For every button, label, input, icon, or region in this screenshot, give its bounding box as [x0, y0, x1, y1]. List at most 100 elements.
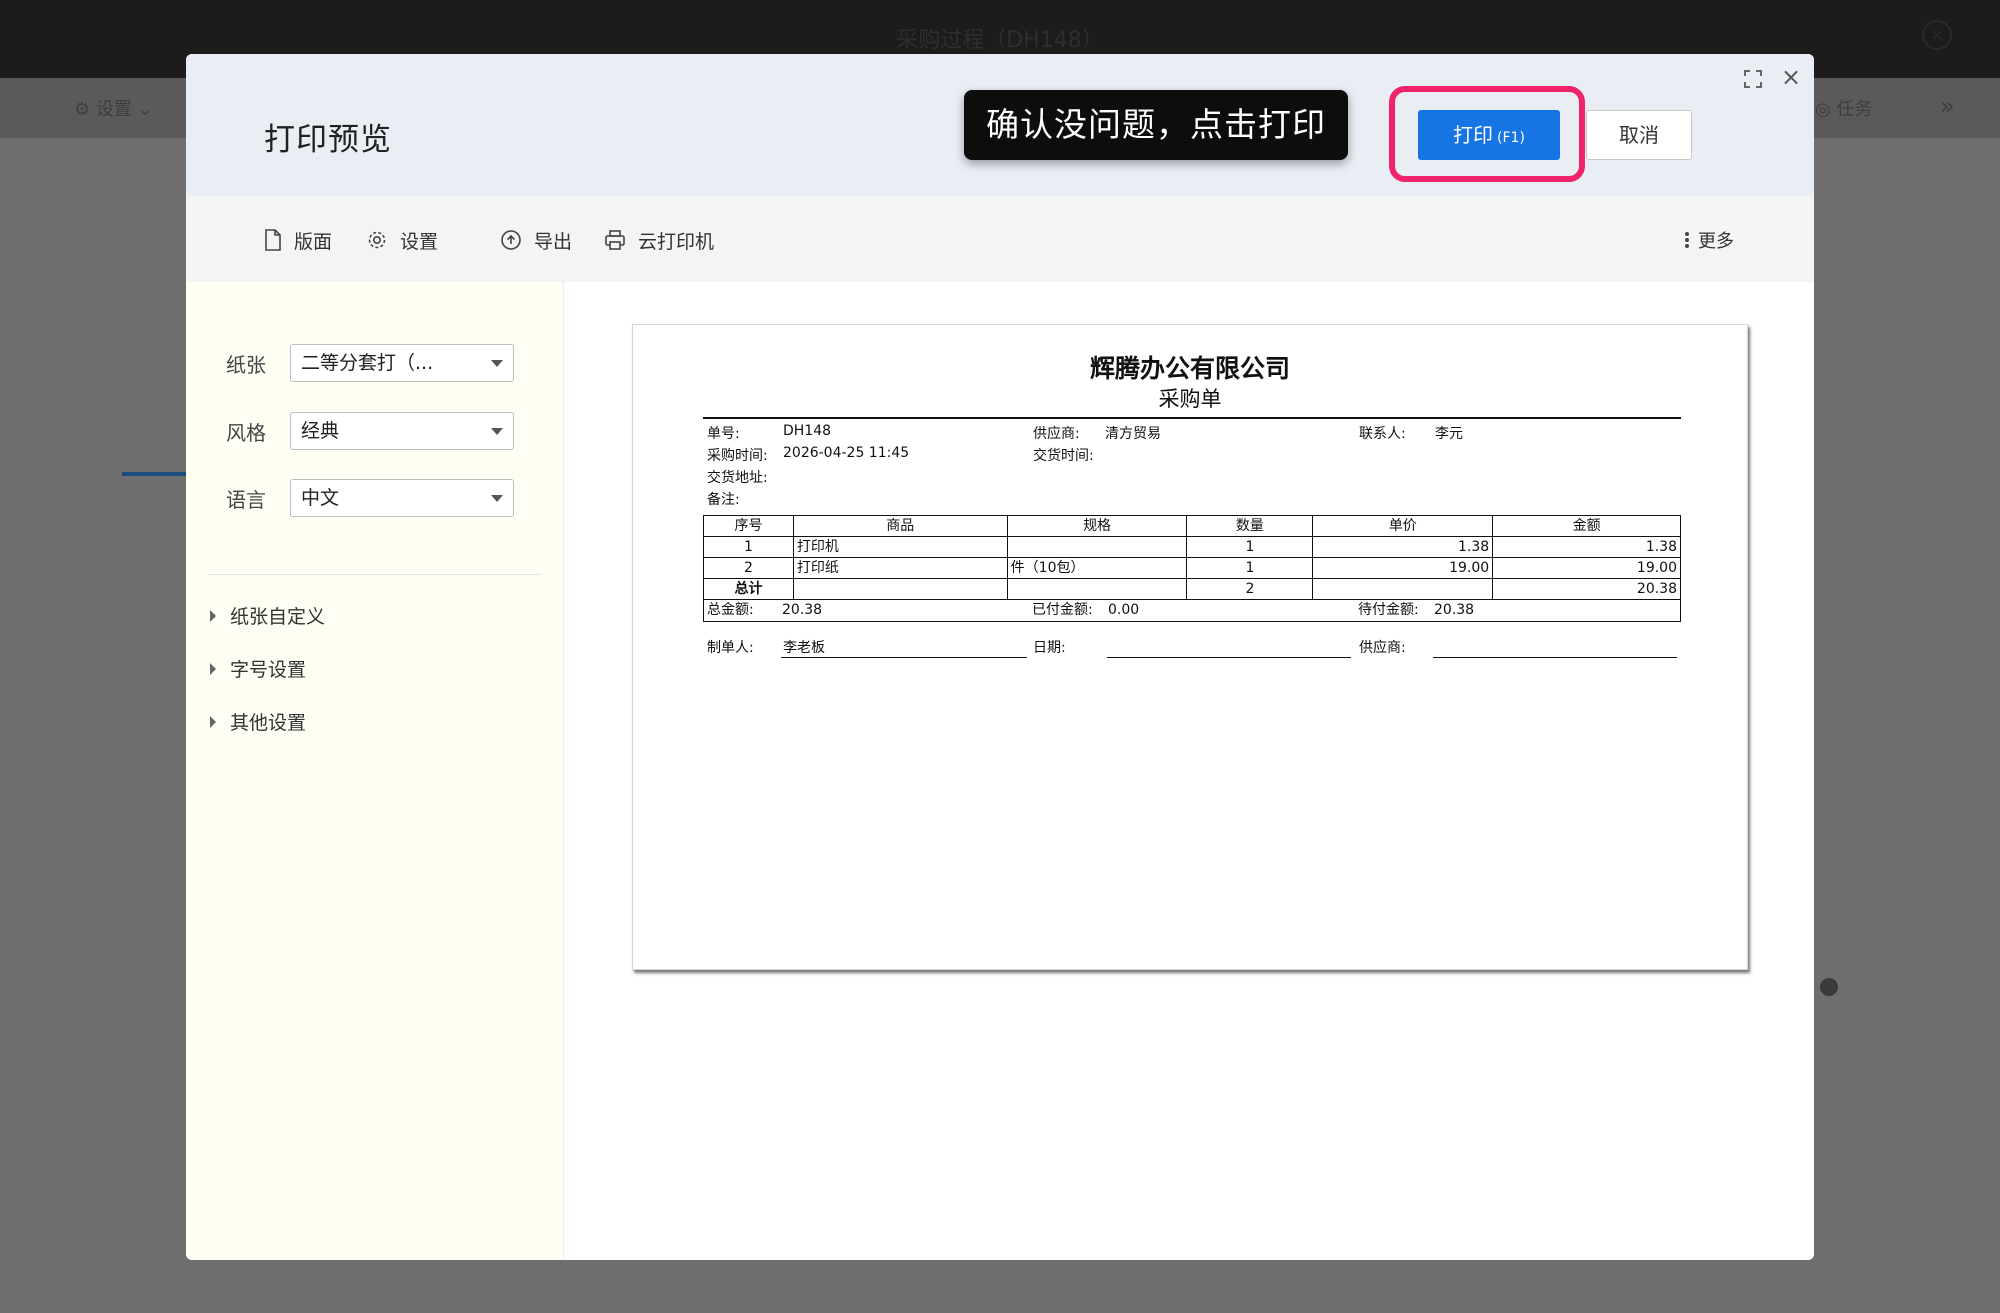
cancel-button[interactable]: 取消 [1586, 110, 1692, 160]
sidebar-divider [208, 574, 542, 575]
total-qty: 2 [1186, 578, 1314, 600]
print-preview-dialog: 打印预览 确认没问题，点击打印 打印 (F1) 取消 × 版面 设置 导出 云打印… [186, 54, 1814, 1260]
paper-select[interactable]: 二等分套打（... [290, 344, 514, 382]
maker-value: 李老板 [783, 640, 825, 656]
supplier-label: 供应商: [1033, 426, 1080, 442]
export-tool[interactable]: 导出 [500, 226, 572, 254]
maker-line [781, 657, 1027, 658]
maker-label: 制单人: [707, 640, 754, 656]
total-label: 总计 [703, 578, 794, 600]
date-label: 日期: [1033, 640, 1066, 656]
settings-sidebar: 纸张 二等分套打（... 风格 经典 语言 中文 纸张自定义 字号设置 其他设置 [186, 282, 564, 1260]
table-cell: 打印机 [792, 536, 1008, 558]
more-menu[interactable]: 更多 [1682, 226, 1734, 254]
caret-right-icon [210, 662, 216, 675]
caret-right-icon [210, 715, 216, 728]
order-no-value: DH148 [783, 423, 832, 439]
sum-label: 总金额: [707, 602, 754, 618]
supplier-sign-label: 供应商: [1359, 640, 1406, 656]
summary-row: 总金额: 20.38 已付金额: 0.00 待付金额: 20.38 [703, 599, 1681, 622]
paper-value: 二等分套打（... [301, 352, 434, 374]
background-window-title: 采购过程（DH148） [896, 28, 1104, 53]
sum-value: 20.38 [782, 602, 823, 618]
column-header: 商品 [792, 515, 1008, 537]
section-label: 纸张自定义 [230, 606, 326, 628]
caret-right-icon [210, 609, 216, 622]
table-header-row: 序号 商品 规格 数量 单价 金额 [703, 515, 1681, 537]
column-header: 序号 [703, 515, 794, 537]
other-settings-section[interactable]: 其他设置 [210, 708, 306, 735]
table-cell: 1 [703, 536, 794, 558]
table-cell: 19.00 [1492, 557, 1681, 579]
layout-tool[interactable]: 版面 [264, 226, 332, 254]
background-task-menu: ◎ 任务 [1815, 99, 1873, 120]
print-button[interactable]: 打印 (F1) [1418, 110, 1560, 160]
supplier-sign-line [1433, 657, 1677, 658]
section-label: 其他设置 [230, 712, 307, 734]
header-rule [703, 417, 1681, 419]
preview-toolbar: 版面 设置 导出 云打印机 更多 [186, 196, 1814, 282]
purchase-time-label: 采购时间: [707, 448, 768, 464]
paper-custom-section[interactable]: 纸张自定义 [210, 602, 325, 629]
background-tab-indicator [122, 472, 186, 476]
table-cell [1006, 536, 1188, 558]
table-row: 1 打印机 1 1.38 1.38 [703, 536, 1681, 558]
settings-tool[interactable]: 设置 [366, 226, 438, 254]
column-header: 规格 [1006, 515, 1188, 537]
document-page: 辉腾办公有限公司 采购单 单号: DH148 供应商: 清方贸易 联系人: 李元… [632, 324, 1748, 970]
table-cell [1006, 578, 1188, 600]
gear-icon [368, 231, 386, 249]
document-type: 采购单 [1158, 387, 1222, 411]
style-field: 风格 经典 [226, 412, 514, 450]
column-header: 数量 [1186, 515, 1314, 537]
table-cell [1312, 578, 1494, 600]
style-select[interactable]: 经典 [290, 412, 514, 450]
close-icon[interactable]: × [1778, 64, 1804, 90]
print-button-label: 打印 [1453, 123, 1494, 147]
print-shortcut: (F1) [1497, 130, 1525, 146]
table-cell: 1 [1186, 557, 1314, 579]
cloud-printer-label: 云打印机 [638, 230, 715, 253]
order-no-label: 单号: [707, 426, 740, 442]
background-expand-icon: » [1940, 92, 1955, 120]
paper-label: 纸张 [226, 352, 266, 377]
layout-label: 版面 [294, 230, 333, 253]
more-vertical-icon [1685, 232, 1689, 248]
total-amount: 20.38 [1492, 578, 1681, 600]
language-label: 语言 [226, 487, 266, 512]
dialog-title: 打印预览 [264, 122, 392, 158]
background-close-icon: × [1922, 20, 1952, 50]
table-cell: 1.38 [1492, 536, 1681, 558]
contact-label: 联系人: [1359, 426, 1406, 442]
date-line [1107, 657, 1351, 658]
font-size-section[interactable]: 字号设置 [210, 655, 306, 682]
fullscreen-icon[interactable] [1740, 66, 1766, 92]
paid-value: 0.00 [1108, 602, 1140, 618]
language-select[interactable]: 中文 [290, 479, 514, 517]
paid-label: 已付金额: [1032, 602, 1093, 618]
language-value: 中文 [301, 487, 340, 509]
background-dot [1820, 978, 1838, 996]
due-label: 待付金额: [1358, 602, 1419, 618]
dialog-header: 打印预览 确认没问题，点击打印 打印 (F1) 取消 × [186, 54, 1814, 196]
paper-field: 纸张 二等分套打（... [226, 344, 514, 382]
total-row: 总计 2 20.38 [703, 578, 1681, 600]
delivery-address-label: 交货地址: [707, 470, 768, 486]
printer-icon [605, 230, 625, 250]
summary-cell: 总金额: 20.38 已付金额: 0.00 待付金额: 20.38 [703, 599, 1681, 622]
column-header: 金额 [1492, 515, 1681, 537]
cloud-printer-tool[interactable]: 云打印机 [604, 226, 714, 254]
caret-down-icon [491, 360, 503, 367]
document-company: 辉腾办公有限公司 [1089, 354, 1290, 383]
table-cell: 2 [703, 557, 794, 579]
column-header: 单价 [1312, 515, 1494, 537]
due-value: 20.38 [1434, 602, 1475, 618]
settings-label: 设置 [400, 230, 439, 253]
contact-value: 李元 [1435, 426, 1463, 442]
purchase-time-value: 2026-04-25 11:45 [783, 445, 910, 461]
delivery-time-label: 交货时间: [1033, 448, 1094, 464]
remark-label: 备注: [707, 492, 740, 508]
style-label: 风格 [226, 420, 266, 445]
table-cell: 件（10包） [1006, 557, 1188, 579]
section-label: 字号设置 [230, 659, 307, 681]
